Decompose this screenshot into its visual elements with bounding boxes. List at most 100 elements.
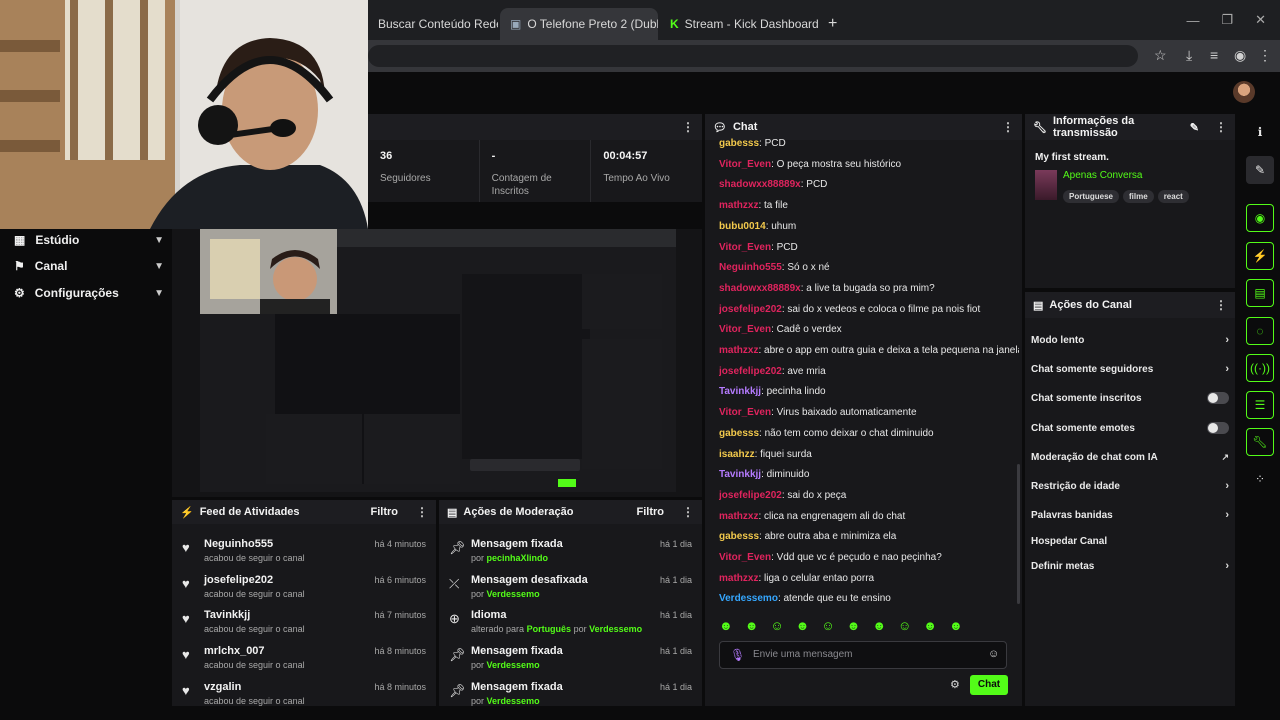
chat-username[interactable]: Tavinkkjj	[719, 386, 761, 397]
chevron-right-icon: ›	[1225, 480, 1229, 492]
chat-icon[interactable]: ◌	[1246, 317, 1274, 345]
emotes-only-toggle[interactable]	[1207, 422, 1229, 434]
action-age-restriction[interactable]: Restrição de idade ›	[1031, 476, 1229, 496]
feed-user[interactable]: mrlchx_007	[204, 645, 265, 657]
chat-username[interactable]: Vitor_Even	[719, 552, 771, 563]
mod-user[interactable]: Verdessemo	[487, 696, 540, 706]
more-icon[interactable]: ⋮	[416, 505, 428, 519]
wrench-icon[interactable]: 🔧︎	[1246, 428, 1274, 456]
filter-button[interactable]: Filtro	[637, 506, 665, 518]
emote-icon[interactable]: ☻	[872, 618, 886, 636]
chat-username[interactable]: josefelipe202	[719, 490, 782, 501]
browser-tab[interactable]: ▣ O Telefone Preto 2 (Dublado) - ✕	[500, 8, 658, 40]
bolt-icon[interactable]: ⚡	[1246, 242, 1274, 270]
chat-username[interactable]: gabesss	[719, 531, 759, 542]
document-icon[interactable]: ▤	[1246, 279, 1274, 307]
feed-user[interactable]: vzgalin	[204, 681, 241, 693]
chat-input[interactable]: 🎙︎ Envie uma mensagem ☺	[719, 641, 1007, 669]
stream-preview[interactable]	[200, 229, 676, 492]
avatar[interactable]	[1233, 81, 1255, 103]
emote-icon[interactable]: ☻	[719, 618, 733, 636]
action-host-channel[interactable]: Hospedar Canal	[1031, 531, 1229, 551]
subscribers-only-toggle[interactable]	[1207, 392, 1229, 404]
chat-username[interactable]: Verdessemo	[719, 593, 778, 604]
address-bar[interactable]	[368, 45, 1138, 67]
chat-username[interactable]: shadowxx88889x	[719, 179, 801, 190]
more-icon[interactable]: ⋮	[1215, 298, 1227, 312]
edit-icon[interactable]: ✎	[1190, 121, 1199, 134]
chat-username[interactable]: Neguinho555	[719, 262, 782, 273]
action-followers-only[interactable]: Chat somente seguidores ›	[1031, 359, 1229, 379]
close-window-icon[interactable]: ✕	[1255, 12, 1266, 28]
more-icon[interactable]: ⋮	[682, 505, 694, 519]
chat-username[interactable]: mathzxz	[719, 200, 758, 211]
chat-username[interactable]: Vitor_Even	[719, 324, 771, 335]
action-slow-mode[interactable]: Modo lento ›	[1031, 330, 1229, 350]
send-chat-button[interactable]: Chat	[970, 675, 1008, 695]
menu-icon[interactable]: ⋮	[1258, 47, 1272, 64]
emote-icon[interactable]: ☻	[923, 618, 937, 636]
chat-username[interactable]: Vitor_Even	[719, 407, 771, 418]
action-ai-moderation[interactable]: Moderação de chat com IA ↗	[1031, 447, 1229, 467]
chat-username[interactable]: bubu0014	[719, 221, 766, 232]
chat-username[interactable]: Vitor_Even	[719, 242, 771, 253]
chat-username[interactable]: gabesss	[719, 138, 759, 149]
mod-user[interactable]: Verdessemo	[487, 589, 540, 599]
action-set-goals[interactable]: Definir metas ›	[1031, 556, 1229, 576]
mod-user[interactable]: pecinhaXlindo	[487, 553, 549, 563]
more-icon[interactable]: ⋮	[1002, 120, 1014, 134]
star-icon[interactable]: ☆	[1154, 47, 1167, 64]
list-icon[interactable]: ☰	[1246, 391, 1274, 419]
browser-tab[interactable]: Buscar Conteúdo RedeCanais: ✕	[368, 8, 498, 40]
chat-username[interactable]: josefelipe202	[719, 366, 782, 377]
mod-user[interactable]: Verdessemo	[487, 660, 540, 670]
emote-icon[interactable]: ☺	[821, 618, 834, 636]
list-item: ♥ josefelipe202 acabou de seguir o canal…	[172, 572, 436, 608]
camera-icon[interactable]: ◉	[1246, 204, 1274, 232]
mic-icon[interactable]: 🎙︎	[730, 648, 745, 662]
chat-icon: 💬︎	[713, 121, 727, 134]
media-icon[interactable]: ≡	[1210, 47, 1218, 63]
emote-icon[interactable]: ☺	[770, 618, 783, 636]
browser-tab[interactable]: K Stream - Kick Dashboard ✕	[660, 8, 818, 40]
chat-username[interactable]: Tavinkkjj	[719, 469, 761, 480]
gear-icon[interactable]: ⚙	[950, 678, 960, 691]
new-tab-button[interactable]: +	[818, 8, 842, 40]
emote-icon[interactable]: ☻	[949, 618, 963, 636]
chat-username[interactable]: josefelipe202	[719, 304, 782, 315]
chat-username[interactable]: gabesss	[719, 428, 759, 439]
panel-title: Chat	[732, 121, 758, 133]
chat-username[interactable]: mathzxz	[719, 345, 758, 356]
info-icon[interactable]: ℹ	[1246, 118, 1274, 146]
feed-user[interactable]: Neguinho555	[204, 538, 273, 550]
profile-icon[interactable]: ◉	[1234, 47, 1246, 64]
more-icon[interactable]: ⋮	[1215, 120, 1227, 134]
mod-user[interactable]: Verdessemo	[589, 624, 642, 634]
broadcast-icon[interactable]: ((·))	[1246, 354, 1274, 382]
emote-icon[interactable]: ☻	[796, 618, 810, 636]
chat-username[interactable]: shadowxx88889x	[719, 283, 801, 294]
chat-username[interactable]: mathzxz	[719, 511, 758, 522]
moderation-list: 📌︎ Mensagem fixada por pecinhaXlindo há …	[439, 524, 702, 706]
emote-icon[interactable]: ☻	[847, 618, 861, 636]
emote-icon[interactable]: ☺	[898, 618, 911, 636]
feed-user[interactable]: josefelipe202	[204, 574, 273, 586]
category-name[interactable]: Apenas Conversa	[1063, 170, 1143, 181]
more-icon[interactable]: ⋮	[682, 120, 694, 134]
chat-username[interactable]: isaahzz	[719, 449, 755, 460]
restore-icon[interactable]: ❐	[1221, 12, 1233, 28]
sidebar-item-settings[interactable]: ⚙ Configurações ▼	[14, 283, 164, 303]
download-icon[interactable]: ⤓	[1186, 47, 1192, 64]
chat-username[interactable]: mathzxz	[719, 573, 758, 584]
chat-username[interactable]: Vitor_Even	[719, 159, 771, 170]
sidebar-item-studio[interactable]: ▦ Estúdio ▼	[14, 230, 164, 250]
feed-user[interactable]: Tavinkkjj	[204, 609, 250, 621]
emoji-icon[interactable]: ☺	[988, 648, 999, 660]
edit-icon[interactable]: ✎	[1246, 156, 1274, 184]
action-banned-words[interactable]: Palavras banidas ›	[1031, 505, 1229, 525]
emote-icon[interactable]: ☻	[745, 618, 759, 636]
filter-button[interactable]: Filtro	[371, 506, 399, 518]
apps-icon[interactable]: ⁘	[1246, 465, 1274, 493]
minimize-icon[interactable]: —	[1186, 13, 1199, 28]
sidebar-item-channel[interactable]: ⚑ Canal ▼	[14, 256, 164, 276]
